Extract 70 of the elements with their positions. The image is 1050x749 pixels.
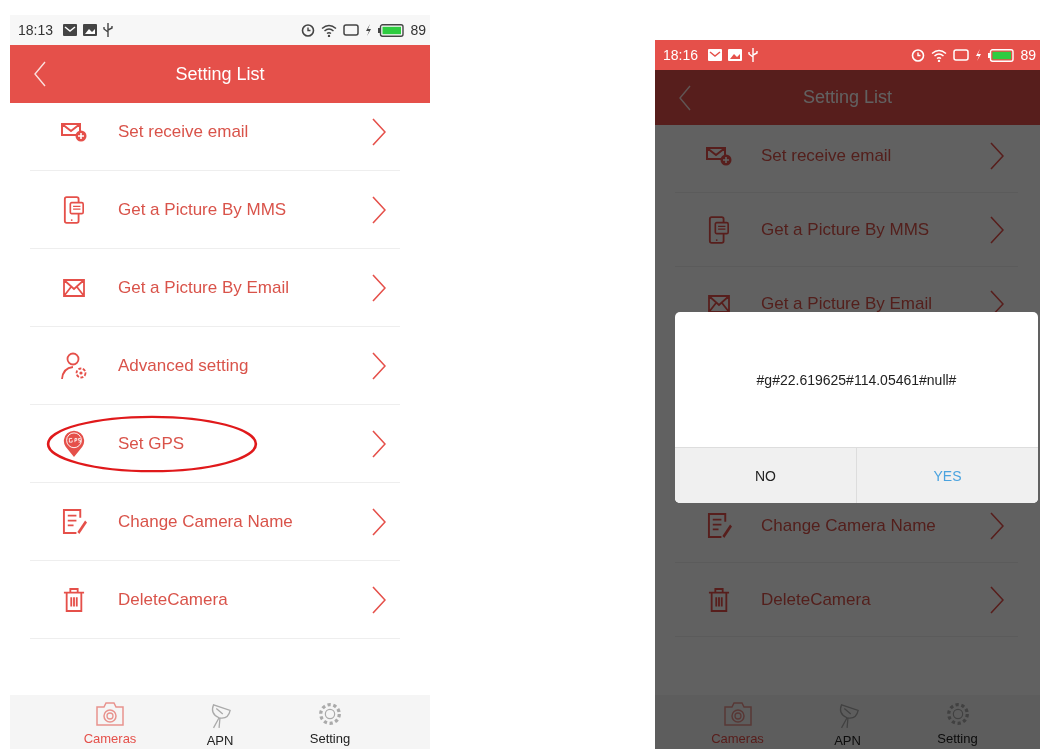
mail-icon xyxy=(63,24,78,36)
settings-list-item[interactable]: Get a Picture By Email xyxy=(675,267,1018,340)
envelope-plus-icon xyxy=(705,144,733,167)
settings-list-item[interactable]: Get a Picture By MMS xyxy=(675,193,1018,266)
back-icon[interactable] xyxy=(34,61,46,87)
sim-icon xyxy=(343,24,360,36)
battery-icon xyxy=(378,23,405,37)
settings-list-item[interactable]: Set GPS xyxy=(30,405,400,482)
envelope-plus-icon xyxy=(60,120,88,143)
battery-percent: 89 xyxy=(410,22,426,38)
settings-list-item[interactable]: Set receive email xyxy=(675,125,1018,192)
settings-list-item[interactable]: DeleteCamera xyxy=(30,561,400,638)
envelope-icon xyxy=(62,277,86,298)
bottom-tab[interactable]: APN xyxy=(165,695,275,749)
dialog-message: #g#22.619625#114.05461#null# xyxy=(756,371,957,388)
settings-list-item[interactable]: Set receive email xyxy=(30,103,400,170)
envelope-icon xyxy=(707,293,731,314)
wifi-icon xyxy=(931,48,948,62)
chevron-right-icon xyxy=(372,429,386,458)
dialog-button[interactable]: YES xyxy=(856,448,1038,503)
settings-list-item[interactable]: DeleteCamera xyxy=(675,563,1018,636)
camera-icon xyxy=(722,701,753,727)
wifi-icon xyxy=(321,23,338,37)
image-icon xyxy=(83,24,98,36)
trash-icon xyxy=(63,586,85,613)
settings-list-item[interactable]: Advanced setting xyxy=(30,327,400,404)
settings-icon xyxy=(944,701,971,727)
charging-icon xyxy=(975,49,983,61)
settings-list-item[interactable]: Change Camera Name xyxy=(675,489,1018,562)
phone-message-icon xyxy=(63,195,85,224)
alarm-icon xyxy=(301,23,316,37)
chevron-right-icon xyxy=(990,215,1004,244)
mail-icon xyxy=(708,49,723,61)
gps-pin-icon xyxy=(62,429,86,458)
battery-percent: 89 xyxy=(1020,47,1036,63)
settings-list-item[interactable]: Get a Picture By MMS xyxy=(30,171,400,248)
chevron-right-icon xyxy=(990,511,1004,540)
settings-list-item[interactable]: Change Camera Name xyxy=(30,483,400,560)
chevron-right-icon xyxy=(372,351,386,380)
person-gear-icon xyxy=(60,351,88,380)
usb-icon xyxy=(748,48,759,62)
document-pen-icon xyxy=(706,512,732,539)
charging-icon xyxy=(365,24,373,36)
status-time: 18:16 xyxy=(663,47,699,63)
battery-icon xyxy=(988,48,1015,62)
status-time: 18:13 xyxy=(18,22,54,38)
trash-icon xyxy=(708,586,730,613)
image-icon xyxy=(728,49,743,61)
document-pen-icon xyxy=(61,508,87,535)
camera-icon xyxy=(95,701,125,727)
bottom-tab[interactable]: Setting xyxy=(902,695,1013,749)
usb-icon xyxy=(103,23,114,37)
chevron-right-icon xyxy=(990,141,1004,170)
chevron-right-icon xyxy=(372,195,386,224)
screen-title: Setting List xyxy=(175,63,265,85)
bottom-tab[interactable]: Setting xyxy=(275,695,385,749)
chevron-right-icon xyxy=(372,117,386,146)
chevron-right-icon xyxy=(372,273,386,302)
sim-icon xyxy=(953,49,970,61)
settings-list-item[interactable]: Get a Picture By Email xyxy=(30,249,400,326)
alarm-icon xyxy=(911,48,926,62)
bottom-tab[interactable]: Cameras xyxy=(55,695,165,749)
chevron-right-icon xyxy=(372,507,386,536)
bottom-tab[interactable]: APN xyxy=(792,695,903,749)
phone-message-icon xyxy=(708,215,730,244)
chevron-right-icon xyxy=(372,585,386,614)
screen-title: Setting List xyxy=(802,87,893,108)
back-icon[interactable] xyxy=(679,84,691,111)
settings-icon xyxy=(317,701,343,727)
chevron-right-icon xyxy=(990,585,1004,614)
